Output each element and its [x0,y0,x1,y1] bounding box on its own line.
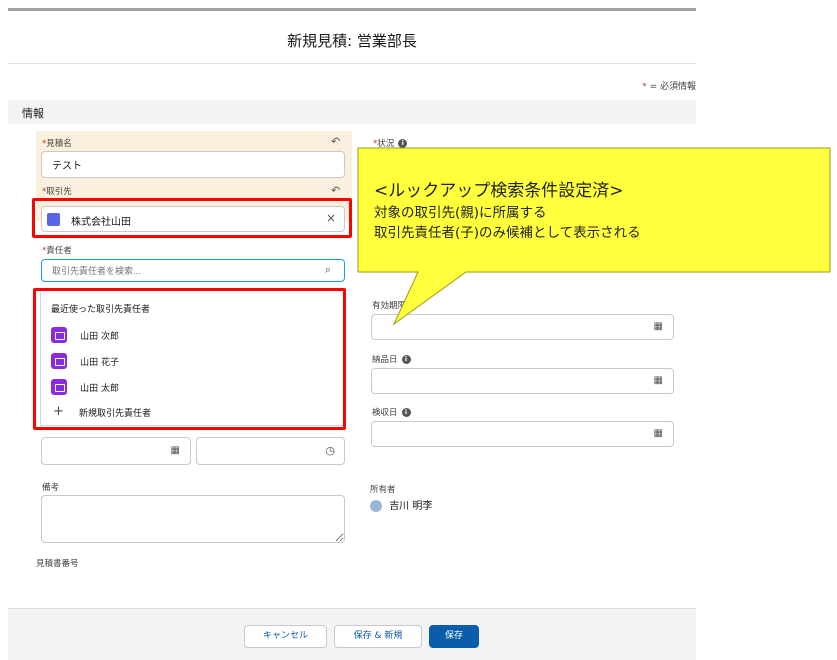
header-divider [8,63,696,64]
quote-name-label: *見積名 [42,139,72,149]
modal-title: 新規見積: 営業部長 [287,32,417,50]
user-avatar-icon [370,500,382,512]
calendar-icon[interactable]: ▦ [171,445,180,456]
inspection-date-input[interactable]: ▦ [371,421,674,447]
clock-icon[interactable]: ◷ [325,444,335,457]
contact-label: *責任者 [42,246,72,256]
required-note-text: = 必須情報 [646,82,696,92]
owner-name: 吉川 明李 [389,501,433,512]
section-header[interactable] [8,100,696,124]
contact-search-input[interactable] [41,259,345,282]
save-button[interactable]: 保存 [429,625,479,648]
calendar-icon[interactable]: ▦ [654,428,663,439]
account-label: *取引先 [42,187,72,197]
callout-line-1: <ルックアップ検索条件設定済> [374,181,624,201]
delivery-date-input[interactable]: ▦ [371,368,674,394]
quote-name-input[interactable]: テスト [41,151,345,178]
delivery-label: 納品日 i [372,353,411,365]
info-icon[interactable]: i [401,355,411,364]
save-and-new-button[interactable]: 保存 & 新規 [334,625,422,648]
remarks-label: 備考 [42,483,60,493]
info-icon[interactable]: i [401,408,411,417]
account-highlight-box [32,198,352,238]
inspection-label: 検収日 i [372,406,411,418]
callout-line-3: 取引先責任者(子)のみ候補として表示される [374,225,641,241]
undo-icon[interactable]: ↶ [331,135,340,148]
time-input[interactable]: ◷ [196,437,345,465]
date-input[interactable]: ▦ [41,437,191,465]
section-title: 情報 [22,107,44,120]
cancel-button[interactable]: キャンセル [244,625,327,648]
search-icon[interactable]: ⌕ [325,263,331,277]
owner-label: 所有者 [370,485,396,495]
required-note: * = 必須情報 [642,79,696,92]
callout-text: <ルックアップ検索条件設定済> 対象の取引先(親)に所属する 取引先責任者(子)… [374,176,824,241]
quote-number-label: 見積書番号 [36,559,79,569]
remarks-textarea[interactable] [41,495,345,543]
callout-line-2: 対象の取引先(親)に所属する [374,205,547,221]
undo-icon[interactable]: ↶ [331,184,340,197]
dropdown-highlight-box [33,288,346,430]
modal-top-border [8,8,696,11]
owner-value[interactable]: 吉川 明李 [370,497,432,512]
modal-footer: キャンセル 保存 & 新規 保存 [8,608,696,660]
calendar-icon[interactable]: ▦ [654,375,663,386]
